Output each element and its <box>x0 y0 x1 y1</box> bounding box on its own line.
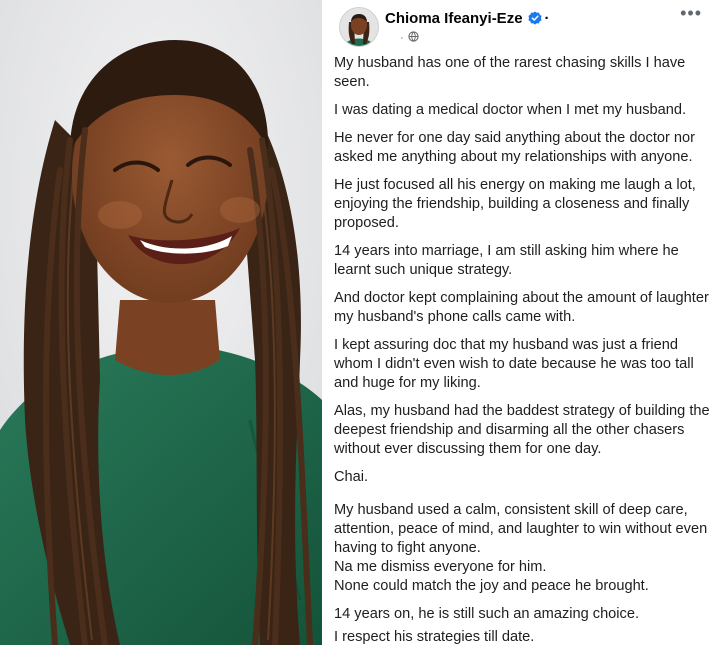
post-line: I respect his strategies till date. <box>334 629 535 645</box>
author-name-row: Chioma Ifeanyi-Eze · <box>385 10 550 29</box>
avatar-image <box>340 8 378 46</box>
post-line: Na me dismiss everyone for him. <box>334 559 547 575</box>
facebook-post: Chioma Ifeanyi-Eze · · ••• My husband has… <box>322 0 720 645</box>
post-paragraph: I kept assuring doc that my husband was … <box>334 337 694 391</box>
post-paragraph: He just focused all his energy on making… <box>334 177 696 231</box>
post-line: 14 years on, he is still such an amazing… <box>334 606 640 622</box>
post-paragraph: My husband has one of the rarest chasing… <box>334 55 686 90</box>
post-paragraph: I was dating a medical doctor when I met… <box>334 102 687 118</box>
profile-photo <box>0 0 322 645</box>
post-paragraph: And doctor kept complaining about the am… <box>334 290 709 325</box>
post-paragraph: He never for one day said anything about… <box>334 130 696 165</box>
post-paragraph: Chai. <box>334 469 369 485</box>
post-text: My husband has one of the rarest chasing… <box>334 54 714 645</box>
post-paragraph: Alas, my husband had the baddest strateg… <box>334 403 710 457</box>
meta-dot: · <box>400 32 404 44</box>
more-options-icon[interactable]: ••• <box>680 4 702 22</box>
verified-badge-icon <box>527 11 542 29</box>
post-line: None could match the joy and peace he br… <box>334 578 649 594</box>
post-paragraph: My husband used a calm, consistent skill… <box>334 502 708 556</box>
globe-icon[interactable] <box>408 31 419 45</box>
author-name[interactable]: Chioma Ifeanyi-Eze <box>385 10 523 27</box>
post-meta: · <box>400 31 419 45</box>
author-dot-separator: · <box>544 10 550 27</box>
post-header: Chioma Ifeanyi-Eze · · ••• <box>322 0 720 54</box>
author-avatar[interactable] <box>339 7 379 47</box>
woman-portrait-illustration <box>0 0 322 645</box>
post-paragraph: 14 years into marriage, I am still askin… <box>334 243 679 278</box>
